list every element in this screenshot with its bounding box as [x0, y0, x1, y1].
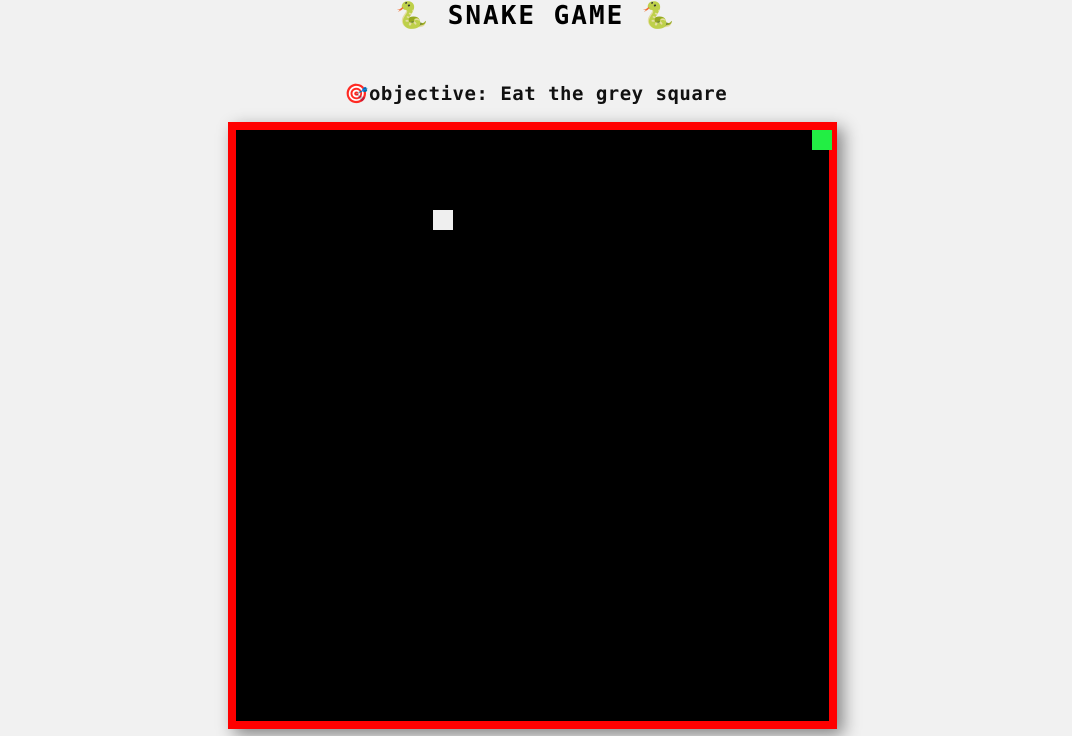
snake-head	[812, 130, 832, 150]
page-title: 🐍 SNAKE GAME 🐍	[395, 1, 677, 31]
game-board-container	[228, 122, 837, 729]
objective-text: 🎯objective: Eat the grey square	[344, 83, 728, 105]
game-board[interactable]	[228, 122, 837, 729]
food-square	[433, 210, 453, 230]
